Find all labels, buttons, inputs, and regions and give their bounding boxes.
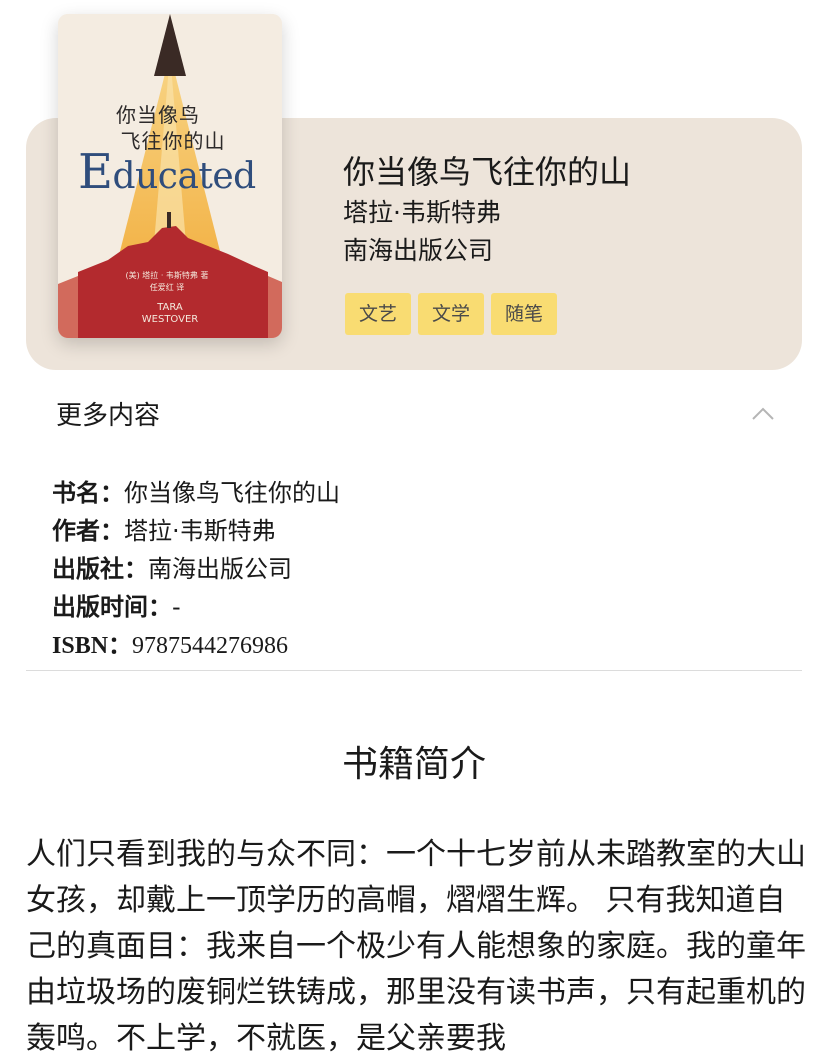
cover-author-credit: (美) 塔拉 · 韦斯特弗 著 <box>125 271 209 280</box>
detail-label: 出版社： <box>52 555 148 583</box>
chevron-up-icon[interactable] <box>752 406 774 420</box>
detail-label: 出版时间： <box>52 593 172 621</box>
detail-label: ISBN： <box>52 633 133 659</box>
detail-value: 塔拉·韦斯特弗 <box>124 517 276 545</box>
section-divider <box>26 670 802 671</box>
book-author[interactable]: 塔拉·韦斯特弗 <box>343 194 783 232</box>
detail-value: 你当像鸟飞往你的山 <box>124 479 340 507</box>
book-details: 书名：你当像鸟飞往你的山 作者：塔拉·韦斯特弗 出版社：南海出版公司 出版时间：… <box>52 474 340 664</box>
detail-value: 南海出版公司 <box>148 555 292 583</box>
detail-value: 9787544276986 <box>132 633 289 659</box>
detail-value: - <box>172 593 181 621</box>
book-publisher[interactable]: 南海出版公司 <box>343 232 783 270</box>
intro-text: 人们只看到我的与众不同：一个十七岁前从未踏教室的大山女孩，却戴上一顶学历的高帽，… <box>26 837 806 1056</box>
detail-row-publish-date: 出版时间：- <box>52 588 340 626</box>
cover-author-en-line1: TARA <box>157 302 183 313</box>
detail-row-publisher: 出版社：南海出版公司 <box>52 550 340 588</box>
cover-title-cn-line1: 你当像鸟 <box>116 103 200 127</box>
tag-item[interactable]: 文艺 <box>345 293 412 335</box>
more-content-toggle[interactable]: 更多内容 <box>56 396 776 436</box>
cover-author-en-line2: WESTOVER <box>141 314 199 325</box>
cover-translator-credit: 任爱红 译 <box>149 283 185 292</box>
book-meta: 你当像鸟飞往你的山 塔拉·韦斯特弗 南海出版公司 <box>343 150 783 270</box>
cover-author-en: TARA WESTOVER <box>58 302 282 326</box>
cover-title-en: Educated <box>78 148 257 197</box>
book-tags: 文艺 文学 随笔 <box>345 293 558 335</box>
detail-label: 书名： <box>52 479 124 507</box>
intro-title: 书籍简介 <box>341 744 486 785</box>
book-cover-image[interactable]: 你当像鸟 飞往你的山 Educated (美) 塔拉 · 韦斯特弗 著 任爱红 … <box>58 14 282 338</box>
detail-label: 作者： <box>52 517 124 545</box>
detail-row-isbn: ISBN：9787544276986 <box>52 626 340 664</box>
cover-title-en-rest: ducated <box>112 156 257 197</box>
cover-title-en-initial: E <box>78 144 113 200</box>
detail-row-author: 作者：塔拉·韦斯特弗 <box>52 512 340 550</box>
more-content-title: 更多内容 <box>56 401 161 431</box>
tag-item[interactable]: 文学 <box>418 293 485 335</box>
detail-row-title: 书名：你当像鸟飞往你的山 <box>52 474 340 512</box>
book-title: 你当像鸟飞往你的山 <box>343 153 632 191</box>
tag-item[interactable]: 随笔 <box>491 293 558 335</box>
